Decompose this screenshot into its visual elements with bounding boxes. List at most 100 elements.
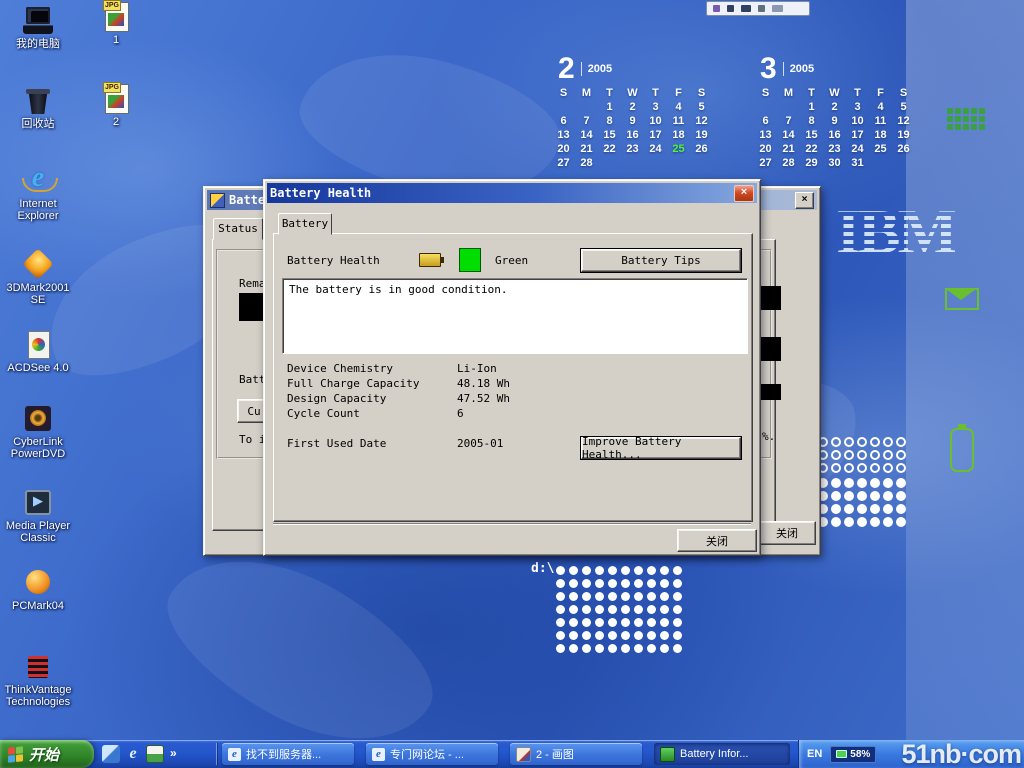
dot	[844, 478, 854, 488]
calendar-day: 3	[846, 100, 869, 114]
dot	[831, 478, 841, 488]
calendar-day: 17	[846, 128, 869, 142]
dot	[896, 517, 906, 527]
battery-detail-row: Device Chemistry Li-Ion	[287, 361, 737, 376]
dot	[556, 644, 565, 653]
desktop-icon-label: 回收站	[22, 118, 55, 130]
desktop-icon-powerdvd[interactable]: CyberLink PowerDVD	[0, 404, 76, 460]
windows-flag-icon	[8, 746, 23, 763]
calendar-day	[575, 100, 598, 114]
acdsee-icon	[20, 330, 56, 360]
taskbar-task-forum[interactable]: e 专门网论坛 - ...	[366, 743, 498, 765]
dialog-titlebar[interactable]: Battery Health ×	[267, 183, 757, 203]
calendar-day: 14	[575, 128, 598, 142]
task-label: 找不到服务器...	[246, 746, 321, 762]
desktop-icon-my-computer[interactable]: 我的电脑	[0, 6, 76, 50]
detail-label: Device Chemistry	[287, 361, 457, 376]
desktop-icon-label: CyberLink PowerDVD	[2, 436, 74, 460]
dot	[608, 566, 617, 575]
quick-launch-media-icon[interactable]	[146, 745, 164, 763]
desktop-icon-label: 2	[113, 116, 119, 128]
desktop-file-jpg-2[interactable]: JPG 2	[78, 84, 154, 128]
task-label: Battery Infor...	[680, 748, 748, 760]
desktop-icon-recycle-bin[interactable]: 回收站	[0, 86, 76, 130]
close-button[interactable]: ×	[734, 185, 754, 202]
battery-health-dialog[interactable]: Battery Health × Battery Battery Health …	[263, 179, 761, 556]
calendar-day: 6	[552, 114, 575, 128]
drive-label: d:\	[531, 561, 554, 576]
dot	[660, 566, 669, 575]
desktop-icon-acdsee[interactable]: ACDSee 4.0	[0, 330, 76, 374]
tab-battery[interactable]: Battery	[278, 213, 332, 235]
close-window-button[interactable]: 关闭	[758, 521, 816, 545]
dot	[647, 579, 656, 588]
desktop-icon-label: 我的电脑	[16, 38, 60, 50]
quick-launch-show-desktop-icon[interactable]	[102, 745, 120, 763]
detail-label: First Used Date	[287, 436, 457, 451]
battery-gauge-graphic	[239, 293, 266, 321]
close-dialog-button[interactable]: 关闭	[677, 529, 757, 552]
dot	[634, 644, 643, 653]
desktop-file-jpg-1[interactable]: JPG 1	[78, 2, 154, 46]
battery-tray-indicator[interactable]: 58%	[830, 746, 876, 763]
calendar-day	[754, 100, 777, 114]
jpg-file-icon: JPG	[98, 84, 134, 114]
quick-launch-internet-explorer-icon[interactable]: e	[124, 745, 142, 763]
calendar-day	[621, 156, 644, 170]
taskbar-task-server-not-found[interactable]: e 找不到服务器...	[222, 743, 354, 765]
taskbar-task-battery-information[interactable]: Battery Infor...	[654, 743, 790, 765]
dot	[673, 566, 682, 575]
dot	[963, 124, 969, 130]
quick-launch-overflow-chevron[interactable]: »	[170, 746, 177, 760]
calendar-day: 19	[690, 128, 713, 142]
calendar-day: 27	[552, 156, 575, 170]
taskbar-divider	[216, 743, 217, 765]
calendar-day: 23	[823, 142, 846, 156]
dot	[857, 504, 867, 514]
media-player-classic-icon: ▶	[20, 488, 56, 518]
desktop-icon-thinkvantage[interactable]: ThinkVantage Technologies	[0, 652, 76, 708]
calendar-day: 8	[800, 114, 823, 128]
wallpaper-dot-grid	[556, 566, 682, 653]
desktop-icon-media-player-classic[interactable]: ▶ Media Player Classic	[0, 488, 76, 544]
battery-detail-row: Full Charge Capacity 48.18 Wh	[287, 376, 737, 391]
calendar-day	[598, 156, 621, 170]
dot	[831, 517, 841, 527]
desktop-icon-internet-explorer[interactable]: e Internet Explorer	[0, 166, 76, 222]
desktop-icon-label: Internet Explorer	[2, 198, 74, 222]
dot	[582, 566, 591, 575]
close-button[interactable]: ×	[795, 192, 814, 209]
dot	[844, 437, 854, 447]
calendar-day-header: S	[892, 86, 915, 100]
calendar-day: 28	[575, 156, 598, 170]
dot	[621, 566, 630, 575]
dot	[569, 579, 578, 588]
taskbar-task-paint[interactable]: 2 - 画图	[510, 743, 642, 765]
calendar-day: 15	[800, 128, 823, 142]
language-indicator[interactable]: EN	[807, 748, 822, 760]
wallpaper-calendar-march: 3 2005 SMTWTFS 1234567891011121314151617…	[754, 52, 922, 170]
battery-tips-button[interactable]: Battery Tips	[581, 249, 741, 272]
paint-task-icon	[516, 747, 531, 762]
improve-battery-health-button[interactable]: Improve Battery Health...	[581, 437, 741, 459]
recycle-bin-icon	[20, 86, 56, 116]
calendar-day: 11	[869, 114, 892, 128]
dot	[844, 504, 854, 514]
tab-status[interactable]: Status	[213, 218, 263, 240]
dot	[569, 618, 578, 627]
calendar-day: 9	[823, 114, 846, 128]
dot	[595, 644, 604, 653]
calendar-day: 5	[690, 100, 713, 114]
dot	[883, 450, 893, 460]
percent-text: %.	[762, 430, 775, 443]
desktop-icon-pcmark04[interactable]: PCMark04	[0, 568, 76, 612]
dot	[647, 566, 656, 575]
my-computer-icon	[20, 6, 56, 36]
calendar-day-header: S	[754, 86, 777, 100]
desktop-icon-3dmark2001[interactable]: 3DMark2001 SE	[0, 250, 76, 306]
calendar-day: 24	[644, 142, 667, 156]
dot	[634, 631, 643, 640]
calendar-day: 15	[598, 128, 621, 142]
calendar-day-header: S	[552, 86, 575, 100]
start-button[interactable]: 开始	[0, 740, 94, 768]
